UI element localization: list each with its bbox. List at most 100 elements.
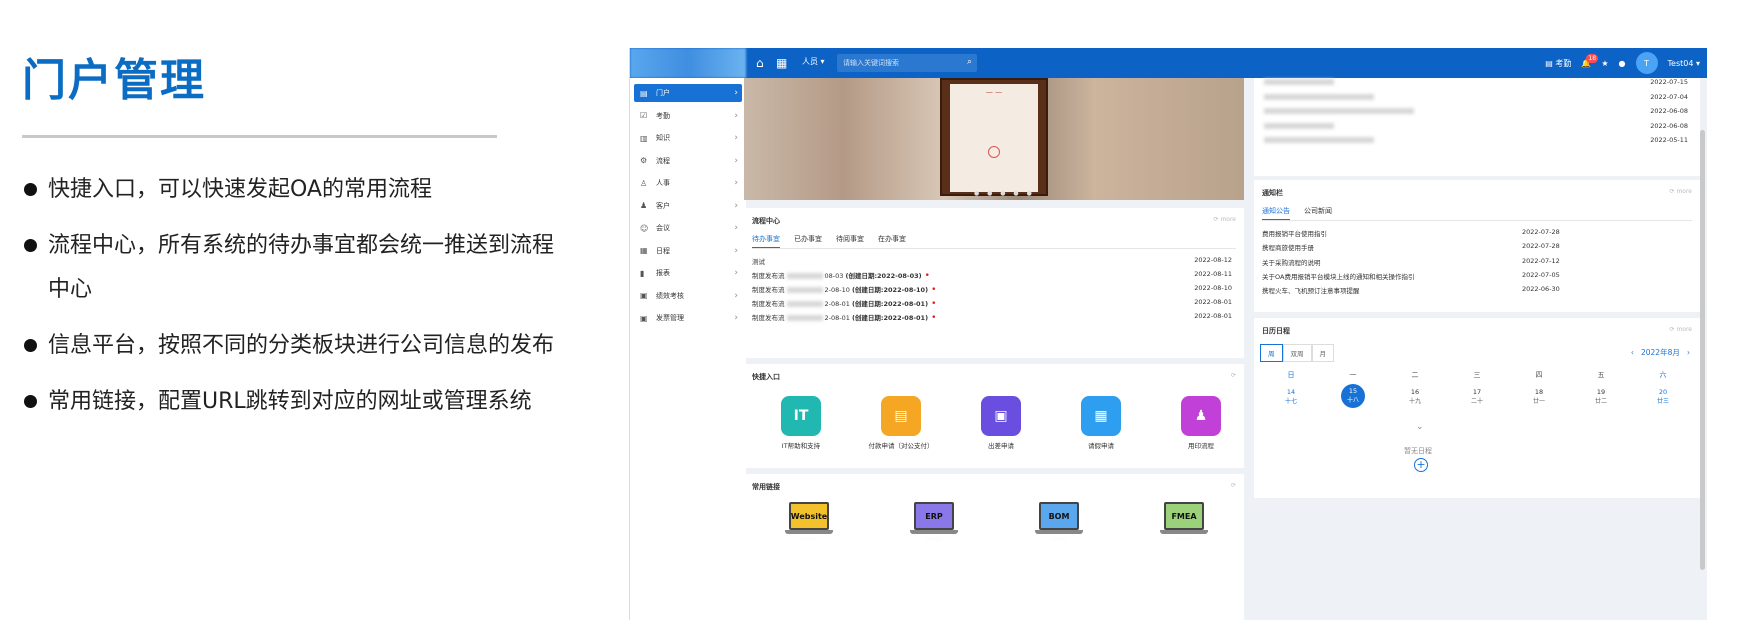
search-scope-select[interactable]: 人员 ▾	[802, 56, 825, 67]
prev-month-icon[interactable]: ‹	[1631, 348, 1634, 357]
empty-schedule-text: 暂无日程	[1404, 447, 1432, 455]
weekday-label: 六	[1659, 371, 1667, 379]
sidebar-item[interactable]: ⚙ 流程 ›	[634, 152, 742, 170]
workflow-tabs: 待办事宜 已办事宜 待阅事宜 在办事宜	[752, 234, 906, 248]
sidebar-item-icon: ♙	[640, 178, 648, 188]
list-item[interactable]: 2022-06-08	[1262, 122, 1688, 130]
laptop-icon: Website	[789, 502, 829, 530]
calendar-view-tab[interactable]: 双周	[1282, 344, 1312, 362]
common-link-item[interactable]: FMEA · · · · ·	[1149, 502, 1219, 543]
table-row[interactable]: 制度发布流 2-08-01 (创建日期:2022-08-01) • 2022-08-0…	[752, 298, 1232, 309]
attendance-button[interactable]: ▤ 考勤	[1545, 58, 1571, 69]
apps-icon[interactable]: ▦	[776, 55, 787, 71]
sidebar-item[interactable]: ▤ 门户 ›	[634, 84, 742, 102]
list-item[interactable]: 携程商旅使用手册 2022-07-28	[1262, 242, 1620, 252]
scrollbar[interactable]	[1700, 130, 1705, 570]
more-link[interactable]: ⟳ more	[1670, 188, 1692, 195]
slide-title: 门户管理	[22, 55, 206, 106]
sidebar-item[interactable]: ▮ 报表 ›	[634, 264, 742, 282]
notice-card: 通知栏 ⟳ more 通知公告 公司新闻 费用报销平台使用指引 2022-07-28…	[1254, 180, 1700, 312]
notification-bell-icon[interactable]: 🔔 18	[1581, 53, 1599, 68]
seal-image	[988, 146, 1000, 158]
quick-access-item[interactable]: IT IT帮助和支持	[756, 396, 846, 450]
sidebar-item[interactable]: ☑ 考勤 ›	[634, 107, 742, 125]
next-month-icon[interactable]: ›	[1687, 348, 1690, 357]
sidebar-item-label: 报表	[656, 269, 670, 277]
add-schedule-icon[interactable]: +	[1414, 458, 1428, 472]
chevron-right-icon: ›	[734, 178, 738, 188]
unread-dot: •	[931, 313, 937, 323]
expand-chevron-icon[interactable]: ⌄	[1416, 422, 1424, 432]
list-item[interactable]: 2022-06-08	[1262, 107, 1688, 115]
more-link[interactable]: ⟳ more	[1214, 216, 1236, 223]
carousel-dots[interactable]: ● ● ● ● ●	[974, 190, 1035, 197]
search-input[interactable]: 请输入关键词搜索 ⌕	[837, 54, 977, 72]
list-item[interactable]: 关于OA费用报销平台模块上线的通知和相关操作指引 2022-07-05	[1262, 271, 1620, 281]
list-item[interactable]: 关于采购流程的说明 2022-07-12	[1262, 257, 1620, 267]
workflow-row-title: 测试	[752, 256, 765, 266]
banner-carousel[interactable]: — — ● ● ● ● ●	[744, 78, 1244, 200]
table-row[interactable]: 测试 2022-08-12	[752, 256, 1232, 266]
refresh-icon[interactable]: ⟳	[1231, 482, 1236, 489]
notice-tab[interactable]: 公司新闻	[1304, 206, 1332, 220]
calendar-view-tab[interactable]: 月	[1311, 344, 1334, 362]
sidebar-item[interactable]: ▦ 日程 ›	[634, 242, 742, 260]
row-date: 2022-08-10	[1194, 284, 1232, 292]
workflow-tab[interactable]: 在办事宜	[878, 234, 906, 248]
workflow-tab[interactable]: 待办事宜	[752, 234, 780, 248]
calendar-day[interactable]: 16 十九	[1384, 388, 1446, 408]
table-row[interactable]: 制度发布流 2-08-01 (创建日期:2022-08-01) • 2022-08-0…	[752, 312, 1232, 323]
card-title: 快捷入口	[752, 373, 780, 381]
table-row[interactable]: 制度发布流 08-03 (创建日期:2022-08-03) • 2022-08-11	[752, 270, 1232, 281]
common-link-item[interactable]: Website · · · · ·	[774, 502, 844, 543]
calendar-view-tab[interactable]: 周	[1260, 344, 1283, 362]
calendar-day[interactable]: 20 廿三	[1632, 388, 1694, 408]
star-icon[interactable]: ★	[1601, 59, 1608, 68]
search-icon[interactable]: ⌕	[967, 57, 972, 67]
common-link-item[interactable]: ERP · · · · ·	[899, 502, 969, 543]
quick-access-item[interactable]: ▦ 请假申请	[1056, 396, 1146, 450]
workflow-tab[interactable]: 已办事宜	[794, 234, 822, 248]
calendar-day[interactable]: 18 廿一	[1508, 388, 1570, 408]
calendar-day[interactable]: 15 十八	[1322, 384, 1384, 408]
home-icon[interactable]: ⌂	[756, 55, 764, 71]
calendar-day[interactable]: 14 十七	[1260, 388, 1322, 408]
sidebar-item-label: 绩效考核	[656, 291, 684, 300]
list-item[interactable]: 费用报销平台使用指引 2022-07-28	[1262, 228, 1620, 238]
sidebar-item-icon: ▤	[640, 88, 648, 98]
list-item[interactable]: 2022-07-15	[1262, 78, 1688, 86]
calendar-day[interactable]: 19 廿二	[1570, 388, 1632, 408]
sidebar-item[interactable]: ☺ 会议 ›	[634, 219, 742, 237]
unread-dot: •	[924, 271, 930, 281]
quick-access-item[interactable]: ▤ 付款申请（对公支付）	[856, 396, 946, 450]
list-item-date: 2022-05-11	[1650, 136, 1688, 144]
calendar-view-tabs: 周双周月	[1260, 344, 1334, 362]
user-name[interactable]: Test04 ▾	[1668, 59, 1701, 68]
more-link[interactable]: ⟳ more	[1670, 326, 1692, 333]
lunar-date: 十九	[1408, 398, 1421, 405]
common-link-item[interactable]: BOM · · · · ·	[1024, 502, 1094, 543]
quick-access-item[interactable]: ♟ 用印流程	[1156, 396, 1246, 450]
sidebar-item[interactable]: ♙ 人事 ›	[634, 174, 742, 192]
workflow-tab[interactable]: 待阅事宜	[836, 234, 864, 248]
sidebar-item[interactable]: ♟ 客户 ›	[634, 197, 742, 215]
list-item[interactable]: 2022-07-04	[1262, 93, 1688, 101]
bullet-item: 流程中心，所有系统的待办事宜都会统一推送到流程中心	[22, 224, 562, 312]
quick-access-item[interactable]: ▣ 出差申请	[956, 396, 1046, 450]
list-item[interactable]: 携程火车、飞机预订注意事项提醒 2022-06-30	[1262, 285, 1620, 295]
sidebar-item[interactable]: ▣ 发票管理 ›	[634, 309, 742, 327]
chevron-right-icon: ›	[734, 268, 738, 278]
table-row[interactable]: 制度发布流 2-08-10 (创建日期:2022-08-10) • 2022-08-1…	[752, 284, 1232, 295]
calendar-day[interactable]: 17 二十	[1446, 388, 1508, 408]
chat-icon[interactable]: ●	[1619, 59, 1626, 68]
list-item[interactable]: 2022-05-11	[1262, 136, 1688, 144]
certificate-frame-image: — —	[940, 78, 1048, 196]
avatar[interactable]: T	[1635, 52, 1658, 74]
common-links-card: 常用链接 ⟳ Website · · · · · ERP · · · · · BOM · …	[744, 474, 1244, 620]
row-prefix: 制度发布流	[752, 314, 785, 322]
sidebar-item[interactable]: ▥ 知识 ›	[634, 129, 742, 147]
blurred-caption: · · · · ·	[801, 537, 817, 543]
refresh-icon[interactable]: ⟳	[1231, 372, 1236, 379]
notice-tab[interactable]: 通知公告	[1262, 206, 1290, 220]
sidebar-item[interactable]: ▣ 绩效考核 ›	[634, 287, 742, 305]
